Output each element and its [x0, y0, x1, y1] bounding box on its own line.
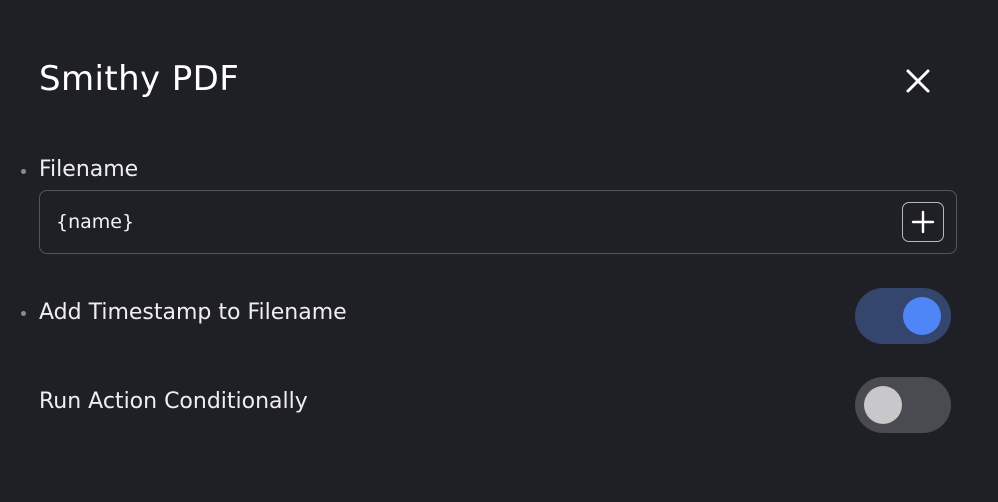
smithy-pdf-dialog: Smithy PDF Filename {name} Add Timestamp…	[0, 0, 998, 502]
insert-variable-button[interactable]	[902, 202, 944, 242]
add-timestamp-label: Add Timestamp to Filename	[39, 300, 347, 325]
plus-icon	[911, 210, 935, 234]
toggle-knob	[864, 386, 902, 424]
filename-label: Filename	[39, 157, 139, 182]
close-icon	[906, 69, 930, 93]
run-conditionally-label: Run Action Conditionally	[39, 389, 308, 414]
required-dot	[21, 311, 26, 316]
toggle-knob	[903, 297, 941, 335]
filename-value[interactable]: {name}	[56, 208, 134, 236]
add-timestamp-toggle[interactable]	[855, 288, 951, 344]
run-conditionally-toggle[interactable]	[855, 377, 951, 433]
filename-input[interactable]: {name}	[39, 190, 957, 254]
required-dot	[21, 169, 26, 174]
close-button[interactable]	[898, 61, 938, 101]
dialog-title: Smithy PDF	[39, 59, 240, 99]
